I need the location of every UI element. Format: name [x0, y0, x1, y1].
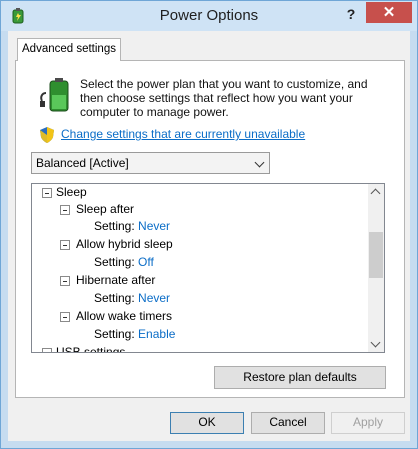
- advanced-settings-panel: Select the power plan that you want to c…: [15, 60, 405, 398]
- hibernate-after-value[interactable]: Never: [138, 291, 170, 305]
- tree-item-sleep[interactable]: Sleep: [56, 184, 87, 201]
- setting-label: Setting:: [94, 255, 135, 269]
- tree-scrollbar[interactable]: [368, 184, 384, 352]
- collapse-wake-timers-icon[interactable]: [60, 312, 70, 322]
- settings-tree[interactable]: Sleep Sleep after Setting: Never Allow h…: [31, 183, 385, 353]
- tab-advanced-settings[interactable]: Advanced settings: [17, 38, 121, 61]
- collapse-usb-icon[interactable]: [42, 348, 52, 352]
- setting-label: Setting:: [94, 291, 135, 305]
- tree-setting-hibernate-after[interactable]: Setting: Never: [94, 289, 170, 307]
- tree-item-hybrid-sleep[interactable]: Allow hybrid sleep: [76, 235, 173, 253]
- title-bar[interactable]: Power Options ? ✕: [1, 1, 417, 31]
- scrollbar-thumb[interactable]: [369, 232, 383, 278]
- setting-label: Setting:: [94, 327, 135, 341]
- ok-button[interactable]: OK: [170, 412, 244, 434]
- tree-setting-wake-timers[interactable]: Setting: Enable: [94, 325, 175, 343]
- collapse-sleep-after-icon[interactable]: [60, 205, 70, 215]
- plan-description: Select the power plan that you want to c…: [80, 77, 368, 119]
- chevron-down-icon: [370, 337, 381, 348]
- tree-setting-sleep-after[interactable]: Setting: Never: [94, 217, 170, 235]
- chevron-down-icon: [254, 157, 265, 168]
- chevron-up-icon: [370, 188, 381, 199]
- uac-shield-icon: [40, 127, 54, 143]
- battery-power-icon: [40, 78, 69, 112]
- help-button[interactable]: ?: [337, 3, 365, 25]
- collapse-sleep-icon[interactable]: [42, 188, 52, 198]
- setting-label: Setting:: [94, 219, 135, 233]
- restore-plan-defaults-button[interactable]: Restore plan defaults: [214, 366, 386, 389]
- apply-button[interactable]: Apply: [331, 412, 405, 434]
- tree-item-hibernate-after[interactable]: Hibernate after: [76, 271, 155, 289]
- tree-item-usb-settings[interactable]: USB settings: [56, 343, 125, 352]
- hybrid-sleep-value[interactable]: Off: [138, 255, 154, 269]
- change-settings-link[interactable]: Change settings that are currently unava…: [61, 127, 305, 141]
- cancel-button[interactable]: Cancel: [251, 412, 325, 434]
- tree-item-sleep-after[interactable]: Sleep after: [76, 200, 134, 218]
- power-plan-select[interactable]: Balanced [Active]: [31, 152, 270, 174]
- sleep-after-value[interactable]: Never: [138, 219, 170, 233]
- collapse-hibernate-after-icon[interactable]: [60, 276, 70, 286]
- selected-plan-text: Balanced [Active]: [36, 156, 129, 170]
- power-options-window: Power Options ? ✕ Advanced settings Sele…: [0, 0, 418, 449]
- dialog-client-area: Advanced settings Select the power plan …: [8, 31, 410, 441]
- tree-item-wake-timers[interactable]: Allow wake timers: [76, 307, 172, 325]
- wake-timers-value[interactable]: Enable: [138, 327, 175, 341]
- scroll-up-button[interactable]: [368, 184, 384, 200]
- tree-setting-hybrid-sleep[interactable]: Setting: Off: [94, 253, 154, 271]
- collapse-hybrid-sleep-icon[interactable]: [60, 240, 70, 250]
- scroll-down-button[interactable]: [368, 336, 384, 352]
- close-button[interactable]: ✕: [366, 2, 412, 23]
